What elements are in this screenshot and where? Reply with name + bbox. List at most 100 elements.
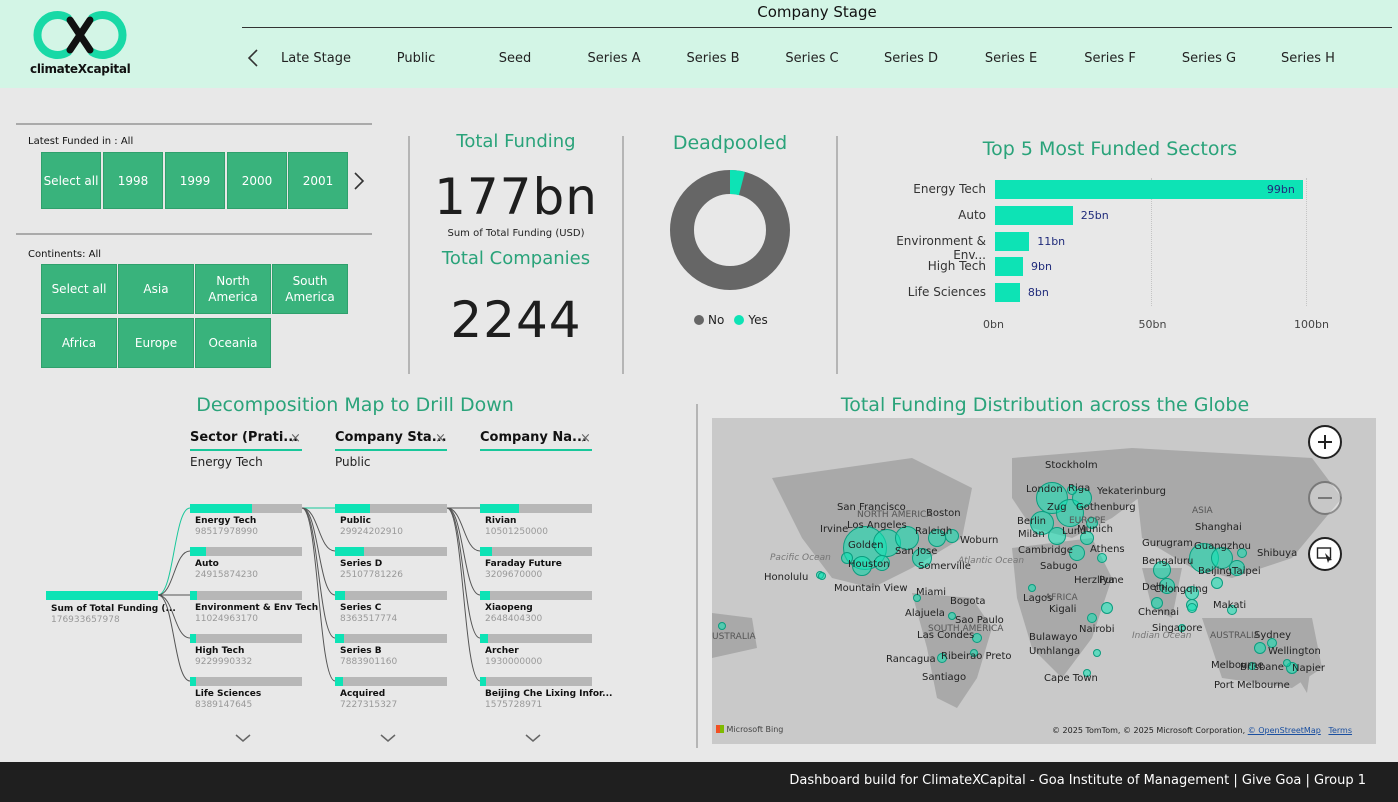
decomp-node-value: 3209670000 bbox=[485, 570, 543, 580]
decomp-node-fill bbox=[335, 504, 370, 513]
decomp-node-bar[interactable] bbox=[190, 547, 302, 556]
map-city-label: Raleigh bbox=[915, 526, 953, 537]
decomp-node-name: Rivian bbox=[485, 516, 517, 526]
decomp-node-bar[interactable] bbox=[480, 591, 592, 600]
sector-label: Energy Tech bbox=[913, 182, 986, 196]
funding-bubble[interactable] bbox=[818, 572, 826, 580]
decomp-node-value: 11024963170 bbox=[195, 614, 258, 624]
funding-bubble[interactable] bbox=[1101, 602, 1113, 614]
osm-link[interactable]: © OpenStreetMap bbox=[1248, 726, 1321, 735]
map-region-label: AUSTRALIA bbox=[1210, 631, 1260, 641]
decomp-node-bar[interactable] bbox=[190, 504, 302, 513]
decomp-node-name: Archer bbox=[485, 646, 519, 656]
map-zoom-out-button[interactable] bbox=[1308, 481, 1342, 515]
map-city-label: Wellington bbox=[1268, 646, 1321, 657]
stage-item-series-h[interactable]: Series H bbox=[1258, 51, 1358, 66]
sector-bar[interactable] bbox=[995, 206, 1073, 225]
map-region-label: NORTH AMERICA bbox=[857, 510, 933, 520]
funding-bubble[interactable] bbox=[1028, 584, 1036, 592]
decomp-column-header: Sector (Prati... bbox=[190, 430, 299, 445]
decomp-node-name: Environment & Env Tech bbox=[195, 603, 319, 613]
funding-bubble[interactable] bbox=[1254, 642, 1266, 654]
legend-no-label: No bbox=[708, 313, 725, 327]
decomp-node-value: 29924202910 bbox=[340, 527, 403, 537]
panel-separator bbox=[696, 404, 698, 748]
map-city-label: Berlin bbox=[1017, 516, 1047, 527]
microsoft-logo-icon bbox=[716, 725, 724, 733]
funding-bubble[interactable] bbox=[1187, 603, 1197, 613]
sector-bar[interactable] bbox=[995, 180, 1303, 199]
decomp-node-value: 1575728971 bbox=[485, 700, 543, 710]
gridline bbox=[1306, 178, 1307, 306]
map-ocean-label: Pacific Ocean bbox=[770, 553, 831, 563]
funding-world-map[interactable]: Stockholm London Riga Yekaterinburg Zug Gothe… bbox=[712, 418, 1376, 744]
map-select-tool-button[interactable] bbox=[1308, 537, 1342, 571]
map-city-label: Chongqing bbox=[1154, 584, 1208, 595]
map-city-label: Ribeirao Preto bbox=[941, 651, 1012, 662]
funding-bubble[interactable] bbox=[1211, 577, 1223, 589]
decomp-node-bar[interactable] bbox=[335, 547, 447, 556]
sector-bar[interactable] bbox=[995, 283, 1020, 302]
funding-bubble[interactable] bbox=[1093, 649, 1101, 657]
decomp-connector bbox=[446, 507, 481, 682]
decomp-node-bar[interactable] bbox=[335, 591, 447, 600]
decomp-expand-chevron-icon[interactable] bbox=[234, 728, 254, 742]
map-city-label: Guangzhou bbox=[1194, 541, 1251, 552]
map-region-label: AFRICA bbox=[1045, 593, 1078, 603]
decomp-node-bar[interactable] bbox=[480, 547, 592, 556]
decomp-expand-chevron-icon[interactable] bbox=[379, 728, 399, 742]
decomp-node-fill bbox=[190, 504, 252, 513]
funding-bubble[interactable] bbox=[1087, 613, 1097, 623]
decomp-node-name: Series B bbox=[340, 646, 382, 656]
decomp-selected-value: Public bbox=[335, 455, 371, 469]
stage-item-series-c[interactable]: Series C bbox=[762, 51, 862, 66]
sector-bar[interactable] bbox=[995, 257, 1023, 276]
decomp-node-bar[interactable] bbox=[335, 677, 447, 686]
terms-link[interactable]: Terms bbox=[1328, 726, 1352, 735]
decomp-node-bar[interactable] bbox=[190, 634, 302, 643]
map-ocean-label: Atlantic Ocean bbox=[958, 556, 1025, 566]
map-city-label: Athens bbox=[1090, 544, 1125, 555]
x-tick-label: 0bn bbox=[983, 318, 1004, 331]
decomp-column-close-icon[interactable]: × bbox=[435, 431, 446, 446]
map-city-label: Woburn bbox=[960, 535, 999, 546]
stage-item-series-g[interactable]: Series G bbox=[1159, 51, 1259, 66]
x-tick-label: 50bn bbox=[1138, 318, 1167, 331]
decomp-node-name: High Tech bbox=[195, 646, 245, 656]
decomp-node-bar[interactable] bbox=[480, 504, 592, 513]
root-bar[interactable] bbox=[46, 591, 158, 600]
decomp-node-fill bbox=[335, 634, 344, 643]
decomp-node-value: 1930000000 bbox=[485, 657, 543, 667]
decomp-node-value: 7227315327 bbox=[340, 700, 398, 710]
decomp-node-name: Auto bbox=[195, 559, 219, 569]
sector-bar[interactable] bbox=[995, 232, 1030, 251]
map-region-label: ASIA bbox=[1192, 506, 1213, 516]
map-city-label: Mountain View bbox=[834, 583, 908, 594]
decomp-node-bar[interactable] bbox=[480, 634, 592, 643]
decomp-node-bar[interactable] bbox=[335, 504, 447, 513]
map-city-label: Nairobi bbox=[1079, 624, 1115, 635]
decomp-node-bar[interactable] bbox=[480, 677, 592, 686]
stage-item-series-f[interactable]: Series F bbox=[1060, 51, 1160, 66]
stage-item-series-d[interactable]: Series D bbox=[861, 51, 961, 66]
decomp-node-name: Acquired bbox=[340, 689, 386, 699]
decomp-node-bar[interactable] bbox=[190, 677, 302, 686]
decomp-column-underline bbox=[335, 449, 447, 451]
decomp-expand-chevron-icon[interactable] bbox=[524, 728, 544, 742]
decomp-node-name: Xiaopeng bbox=[485, 603, 533, 613]
funding-bubble[interactable] bbox=[1283, 659, 1291, 667]
decomp-node-fill bbox=[190, 591, 197, 600]
map-city-label: Irvine bbox=[820, 524, 849, 535]
decomp-node-value: 2648404300 bbox=[485, 614, 543, 624]
stage-item-series-e[interactable]: Series E bbox=[961, 51, 1061, 66]
funding-bubble[interactable] bbox=[718, 622, 726, 630]
decomp-node-value: 8389147645 bbox=[195, 700, 253, 710]
legend-yes-label: Yes bbox=[748, 313, 768, 327]
decomp-connector bbox=[446, 507, 481, 639]
map-zoom-in-button[interactable] bbox=[1308, 425, 1342, 459]
map-city-label: Kigali bbox=[1049, 604, 1077, 615]
decomp-node-bar[interactable] bbox=[335, 634, 447, 643]
decomp-column-close-icon[interactable]: × bbox=[580, 431, 591, 446]
decomp-node-bar[interactable] bbox=[190, 591, 302, 600]
decomp-column-close-icon[interactable]: × bbox=[290, 431, 301, 446]
